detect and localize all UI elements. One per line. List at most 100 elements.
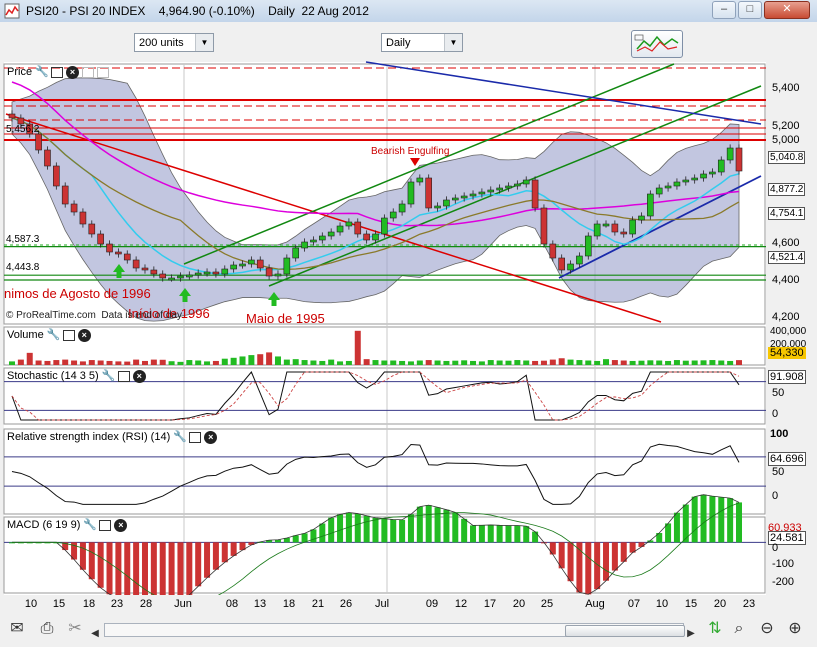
panel-frame xyxy=(3,326,766,366)
macd-histogram-bar xyxy=(718,497,725,543)
macd-histogram-bar xyxy=(292,535,299,543)
candle xyxy=(522,179,530,185)
close-panel-icon[interactable]: × xyxy=(77,328,91,342)
chart-area[interactable]: Price 🔧 × Volume 🔧 × Stochastic (14 3 5)… xyxy=(3,61,766,612)
period-select[interactable]: Daily ▼ xyxy=(381,33,463,52)
volume-bar xyxy=(212,360,219,365)
volume-bar xyxy=(470,360,477,365)
close-panel-icon[interactable]: × xyxy=(66,65,80,79)
minimize-button[interactable]: – xyxy=(712,1,736,19)
candle xyxy=(186,274,193,278)
volume-bar xyxy=(443,360,450,365)
stochastic-tick: 50 xyxy=(772,387,785,399)
close-panel-icon[interactable]: × xyxy=(114,518,128,532)
wrench-icon[interactable]: 🔧 xyxy=(83,519,97,532)
x-tick-label: 07 xyxy=(627,598,641,610)
right-axis: 5,400 5,200 5,000 4,600 4,400 4,200 5,04… xyxy=(766,62,817,595)
candle xyxy=(602,223,610,227)
stochastic-tag: 91.908 xyxy=(768,370,806,384)
paste-icon[interactable] xyxy=(97,66,110,78)
candle xyxy=(549,243,557,259)
close-button[interactable]: ✕ xyxy=(764,1,810,19)
scrollbar-thumb[interactable] xyxy=(565,625,685,637)
horizontal-scrollbar[interactable] xyxy=(104,623,685,637)
candle xyxy=(301,241,308,249)
macd-histogram-bar xyxy=(585,542,592,595)
window-icon[interactable] xyxy=(189,431,202,443)
volume-bar xyxy=(363,359,370,365)
volume-bar xyxy=(638,360,645,365)
volume-bar xyxy=(603,359,610,365)
price-tag: 5,040.8 xyxy=(768,151,806,164)
macd-histogram-bar xyxy=(381,518,388,543)
close-panel-icon[interactable]: × xyxy=(204,430,218,444)
volume-bar xyxy=(576,360,583,365)
close-panel-icon[interactable]: × xyxy=(132,369,146,383)
maximize-button[interactable]: □ xyxy=(738,1,762,19)
title-bar: PSI20 - PSI 20 INDEX 4,964.90 (-0.10%) D… xyxy=(0,0,817,23)
candle xyxy=(79,211,87,225)
scroll-left-button[interactable]: ◀ xyxy=(88,623,102,645)
wrench-icon[interactable]: 🔧 xyxy=(47,329,61,342)
volume-bar xyxy=(150,359,157,365)
print-icon[interactable]: ⎙ xyxy=(36,618,58,640)
chevron-down-icon: ▼ xyxy=(444,34,462,51)
window-icon[interactable] xyxy=(117,370,130,382)
candle xyxy=(363,233,370,241)
rsi-tick: 0 xyxy=(772,490,779,502)
tools-icon[interactable]: ✂ xyxy=(64,618,86,640)
volume-bar xyxy=(97,360,104,365)
volume-bar xyxy=(514,360,521,365)
candle xyxy=(221,268,229,275)
bottom-toolbar: ✉ ⎙ ✂ ◀ ▶ ⇅ ⌕ ⊖ ⊕ xyxy=(0,615,817,647)
wrench-icon[interactable]: 🔧 xyxy=(102,370,116,383)
candle xyxy=(655,187,663,195)
copy-icon[interactable] xyxy=(82,66,95,78)
candle xyxy=(620,231,628,235)
x-tick-label: 18 xyxy=(82,598,96,610)
macd-tick: -200 xyxy=(772,576,795,588)
macd-histogram-bar xyxy=(319,523,326,543)
window-icon[interactable] xyxy=(51,66,64,78)
candle xyxy=(35,133,42,151)
volume-bar xyxy=(292,359,299,365)
volume-bar xyxy=(79,361,86,365)
wrench-icon[interactable]: 🔧 xyxy=(173,431,187,444)
volume-bar xyxy=(452,360,459,365)
x-tick-label: 26 xyxy=(339,598,353,610)
volume-bar xyxy=(567,359,574,365)
zoom-out-icon[interactable]: ⊖ xyxy=(756,618,778,640)
volume-bar xyxy=(434,360,441,365)
split-icon[interactable]: ⇅ xyxy=(704,618,726,640)
indicators-button[interactable] xyxy=(631,30,683,58)
zoom-in-icon[interactable]: ⊕ xyxy=(784,618,806,640)
rsi-tag: 64.696 xyxy=(768,452,806,466)
x-tick-label: 13 xyxy=(253,598,267,610)
macd-histogram-bar xyxy=(372,517,379,543)
scroll-right-button[interactable]: ▶ xyxy=(684,623,698,645)
volume-bar xyxy=(35,360,42,365)
volume-bar xyxy=(736,360,742,365)
volume-bar xyxy=(310,360,317,365)
wrench-icon[interactable]: 🔧 xyxy=(35,66,49,79)
mail-icon[interactable]: ✉ xyxy=(6,618,28,640)
macd-panel-title: MACD (6 19 9) xyxy=(7,519,81,531)
candle xyxy=(132,259,140,269)
window-icon[interactable] xyxy=(62,329,75,341)
volume-bar xyxy=(115,361,122,365)
macd-histogram-bar xyxy=(514,525,521,543)
x-tick-label: 10 xyxy=(24,598,38,610)
zoom-fit-icon[interactable]: ⌕ xyxy=(728,618,750,640)
macd-histogram-bar xyxy=(310,529,317,543)
volume-bar xyxy=(629,360,636,365)
candle xyxy=(593,223,601,237)
window-icon[interactable] xyxy=(99,519,112,531)
candle xyxy=(230,264,237,270)
units-select[interactable]: 200 units ▼ xyxy=(134,33,214,52)
candle xyxy=(576,255,583,265)
price-tag: 4,877.2 xyxy=(768,183,806,196)
minimos-agosto-1996-label: nimos de Agosto de 1996 xyxy=(4,286,151,301)
candle xyxy=(647,193,654,217)
macd-histogram-bar xyxy=(567,542,574,582)
x-tick-label: Jul xyxy=(374,598,390,610)
